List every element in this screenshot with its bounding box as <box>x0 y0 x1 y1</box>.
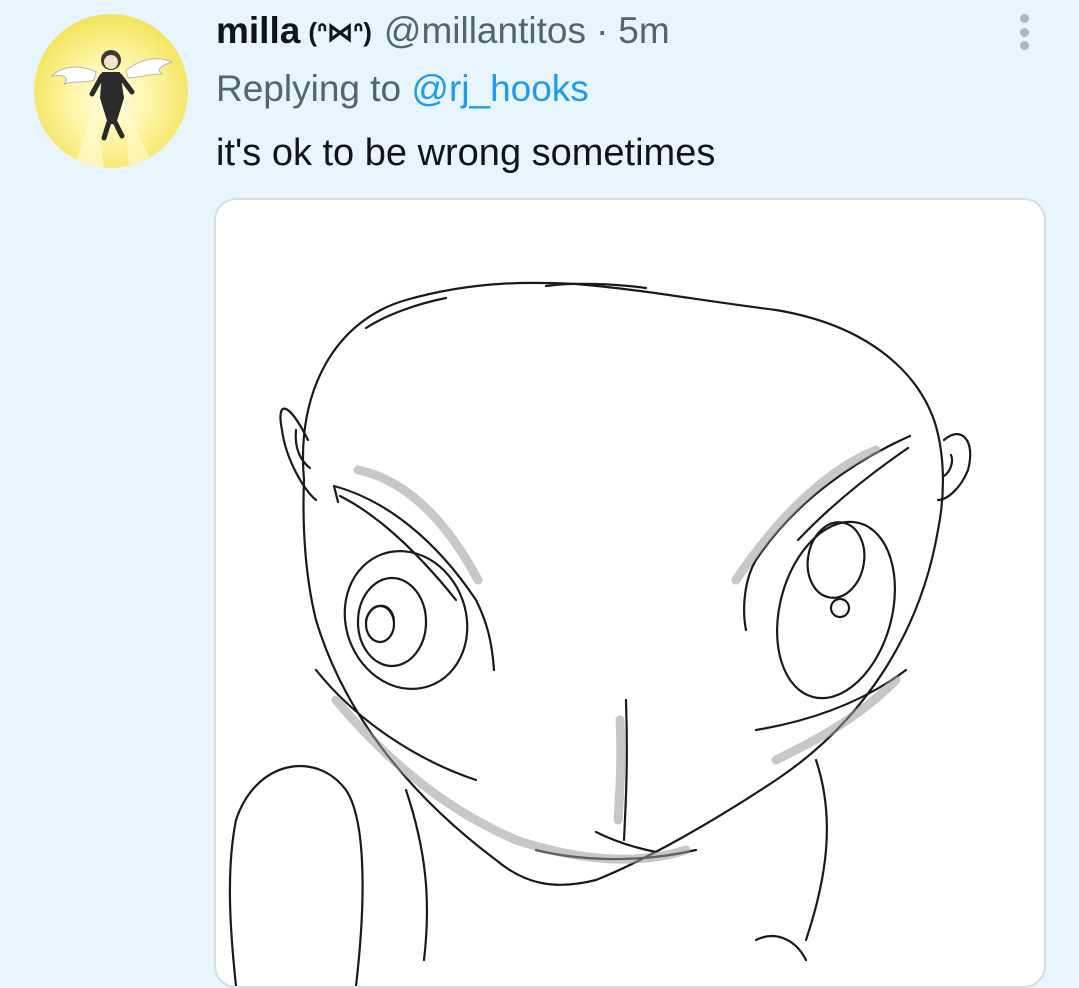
replying-to: Replying to @rj_hooks <box>216 68 589 110</box>
tweet-text: it's ok to be wrong sometimes <box>216 132 716 174</box>
header-separator: · <box>595 10 609 51</box>
tweet[interactable]: milla (ᐢ⋈ᐢ) @millantitos · 5m Replying t… <box>0 0 1079 988</box>
display-name[interactable]: milla <box>216 10 300 52</box>
tweet-media-image[interactable] <box>214 198 1046 988</box>
replying-to-label: Replying to <box>216 68 402 109</box>
timestamp[interactable]: 5m <box>618 10 669 52</box>
more-dot <box>1019 27 1029 37</box>
avatar[interactable] <box>34 14 188 168</box>
more-dot <box>1019 14 1029 23</box>
display-name-kaomoji[interactable]: (ᐢ⋈ᐢ) <box>308 17 372 48</box>
more-dot <box>1019 41 1029 50</box>
sketch-drawing <box>228 281 972 986</box>
more-options-icon[interactable] <box>1012 12 1036 52</box>
replying-to-handle-link[interactable]: @rj_hooks <box>411 68 588 109</box>
user-handle[interactable]: @millantitos <box>384 10 586 52</box>
tweet-header: milla (ᐢ⋈ᐢ) @millantitos · 5m <box>216 10 670 56</box>
angel-avatar-icon <box>50 50 174 168</box>
